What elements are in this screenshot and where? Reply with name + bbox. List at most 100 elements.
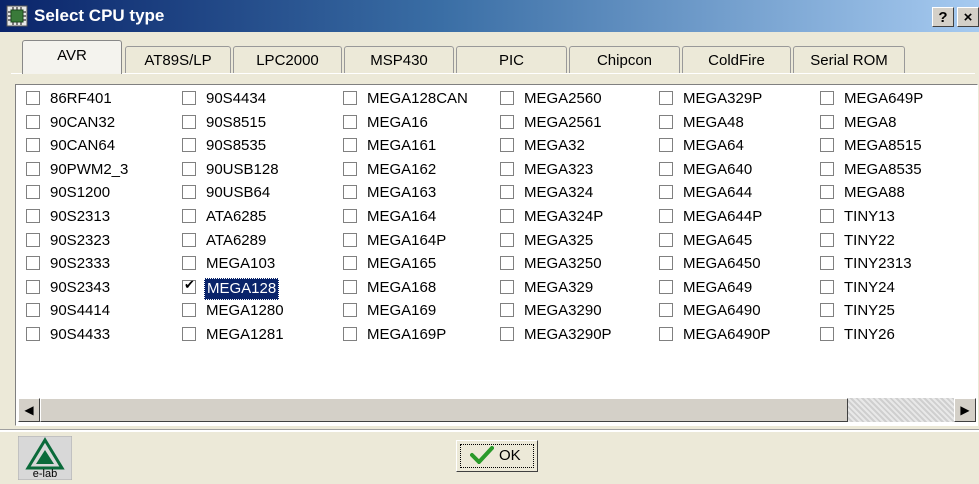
cpu-checkbox[interactable]	[182, 115, 196, 129]
cpu-checkbox[interactable]	[343, 185, 357, 199]
cpu-checkbox[interactable]	[500, 303, 514, 317]
cpu-checkbox[interactable]	[182, 303, 196, 317]
cpu-checkbox[interactable]	[500, 209, 514, 223]
cpu-checkbox[interactable]	[26, 256, 40, 270]
tab-pic[interactable]: PIC	[456, 46, 567, 73]
cpu-checkbox[interactable]	[500, 280, 514, 294]
cpu-checkbox[interactable]	[343, 327, 357, 341]
cpu-checkbox[interactable]	[820, 162, 834, 176]
cpu-checkbox[interactable]	[820, 115, 834, 129]
cpu-checkbox[interactable]	[500, 162, 514, 176]
tab-at89s-lp[interactable]: AT89S/LP	[125, 46, 231, 73]
cpu-label: 90USB64	[206, 184, 271, 201]
cpu-checkbox[interactable]	[26, 91, 40, 105]
cpu-label: TINY26	[844, 326, 895, 343]
cpu-checkbox[interactable]	[659, 256, 673, 270]
cpu-checkbox[interactable]	[343, 162, 357, 176]
cpu-checkbox[interactable]	[26, 209, 40, 223]
tab-avr[interactable]: AVR	[22, 40, 122, 74]
cpu-label: MEGA165	[367, 255, 437, 272]
cpu-checkbox[interactable]	[343, 256, 357, 270]
cpu-label: 90S4434	[206, 90, 267, 107]
cpu-checkbox[interactable]	[820, 327, 834, 341]
cpu-checkbox[interactable]	[26, 162, 40, 176]
cpu-checkbox[interactable]	[343, 303, 357, 317]
cpu-label: MEGA649P	[844, 90, 924, 107]
cpu-checkbox[interactable]	[182, 233, 196, 247]
cpu-checkbox[interactable]	[659, 303, 673, 317]
cpu-checkbox[interactable]	[26, 138, 40, 152]
title-bar[interactable]: Select CPU type ? ×	[0, 0, 979, 32]
cpu-checkbox[interactable]	[26, 303, 40, 317]
cpu-label: MEGA48	[683, 114, 744, 131]
cpu-checkbox[interactable]	[820, 91, 834, 105]
cpu-checkbox[interactable]	[343, 91, 357, 105]
scroll-track[interactable]	[848, 398, 954, 422]
cpu-checkbox[interactable]	[500, 233, 514, 247]
cpu-checkbox[interactable]	[659, 280, 673, 294]
tab-serial-rom[interactable]: Serial ROM	[793, 46, 905, 73]
cpu-label: TINY25	[844, 302, 895, 319]
cpu-checkbox[interactable]	[659, 327, 673, 341]
cpu-checkbox[interactable]	[343, 209, 357, 223]
cpu-checkbox[interactable]	[500, 138, 514, 152]
cpu-checkbox[interactable]	[500, 327, 514, 341]
cpu-checkbox[interactable]	[820, 233, 834, 247]
cpu-checkbox[interactable]	[659, 115, 673, 129]
cpu-checkbox[interactable]	[500, 91, 514, 105]
cpu-checkbox[interactable]	[182, 138, 196, 152]
cpu-checkbox[interactable]	[182, 209, 196, 223]
cpu-checkbox[interactable]	[820, 280, 834, 294]
cpu-checkbox[interactable]	[659, 185, 673, 199]
cpu-checkbox[interactable]	[500, 115, 514, 129]
cpu-label: MEGA325	[524, 232, 594, 249]
scroll-thumb[interactable]	[40, 398, 848, 422]
cpu-checkbox[interactable]	[820, 185, 834, 199]
cpu-checkbox[interactable]	[500, 185, 514, 199]
tab-msp430[interactable]: MSP430	[344, 46, 454, 73]
cpu-label: 90CAN64	[50, 137, 116, 154]
cpu-checkbox[interactable]	[26, 233, 40, 247]
cpu-checkbox[interactable]	[659, 91, 673, 105]
tab-lpc2000[interactable]: LPC2000	[233, 46, 342, 73]
tab-chipcon[interactable]: Chipcon	[569, 46, 680, 73]
window-title: Select CPU type	[34, 6, 165, 25]
cpu-checkbox[interactable]	[659, 138, 673, 152]
cpu-checkbox[interactable]	[26, 185, 40, 199]
cpu-checkbox[interactable]	[182, 91, 196, 105]
cpu-checkbox[interactable]	[500, 256, 514, 270]
cpu-checkbox[interactable]	[182, 278, 196, 294]
cpu-checkbox[interactable]	[182, 256, 196, 270]
cpu-label: TINY24	[844, 279, 895, 296]
cpu-label: MEGA3290P	[524, 326, 612, 343]
cpu-checkbox[interactable]	[182, 327, 196, 341]
help-button[interactable]: ?	[932, 7, 954, 27]
cpu-checkbox[interactable]	[820, 303, 834, 317]
cpu-label: MEGA128CAN	[367, 90, 468, 107]
cpu-checkbox[interactable]	[26, 327, 40, 341]
cpu-label: TINY13	[844, 208, 895, 225]
tab-coldfire[interactable]: ColdFire	[682, 46, 791, 73]
cpu-checkbox[interactable]	[182, 162, 196, 176]
cpu-checkbox[interactable]	[659, 162, 673, 176]
cpu-checkbox[interactable]	[343, 138, 357, 152]
cpu-checkbox[interactable]	[659, 209, 673, 223]
cpu-checkbox[interactable]	[659, 233, 673, 247]
cpu-checkbox[interactable]	[343, 233, 357, 247]
cpu-checkbox[interactable]	[26, 115, 40, 129]
cpu-checkbox[interactable]	[820, 209, 834, 223]
cpu-label: MEGA169P	[367, 326, 447, 343]
cpu-checkbox[interactable]	[820, 138, 834, 152]
cpu-label: MEGA164P	[367, 232, 447, 249]
cpu-checkbox[interactable]	[26, 280, 40, 294]
cpu-checkbox[interactable]	[343, 115, 357, 129]
cpu-checkbox[interactable]	[343, 280, 357, 294]
scroll-left-arrow-icon[interactable]: ◀	[18, 398, 40, 422]
close-button[interactable]: ×	[957, 7, 979, 27]
ok-button[interactable]: OK	[456, 440, 538, 472]
scroll-right-arrow-icon[interactable]: ▶	[954, 398, 976, 422]
cpu-checkbox[interactable]	[182, 185, 196, 199]
horizontal-scrollbar[interactable]: ◀ ▶	[16, 396, 977, 425]
cpu-label: MEGA8515	[844, 137, 922, 154]
cpu-checkbox[interactable]	[820, 256, 834, 270]
